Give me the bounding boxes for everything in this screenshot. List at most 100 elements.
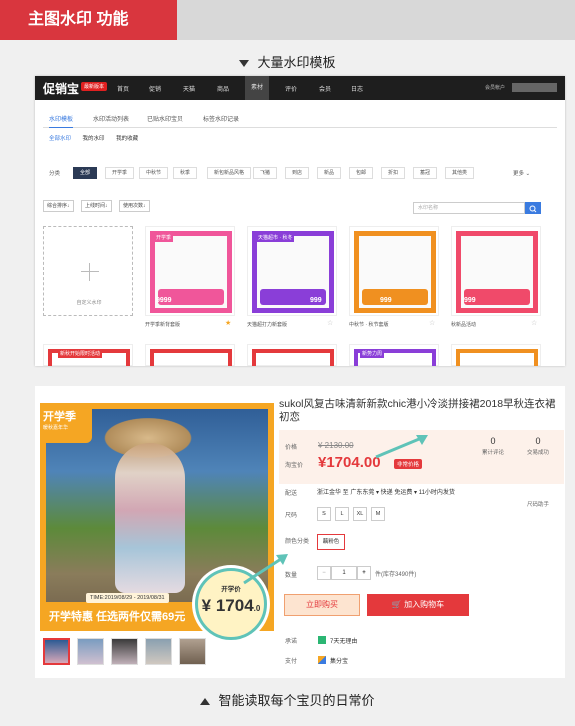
badge-price-decimal: .0 xyxy=(253,604,261,613)
sort-usage[interactable]: 使用次数↓ xyxy=(119,200,150,212)
tab-all-watermarks[interactable]: 全部水印 xyxy=(49,136,71,142)
section2-title: 智能读取每个宝贝的日常价 xyxy=(218,693,375,708)
thumbnail-active[interactable] xyxy=(43,638,70,665)
chip[interactable]: 开学季 xyxy=(105,167,135,179)
payment-text: 集分宝 xyxy=(330,659,349,665)
section1-heading: 大量水印模板 xyxy=(0,52,575,71)
more-label: 更多 xyxy=(513,171,525,177)
subtab-bar-2: 全部水印 我的水印 我的收藏 xyxy=(43,134,138,148)
price-original: ¥ 2130.00 xyxy=(318,441,354,450)
template-card-row2[interactable] xyxy=(145,344,235,366)
add-label: 自定义水印 xyxy=(76,300,102,306)
plus-icon xyxy=(81,271,99,272)
cart-icon: 🛒 xyxy=(391,600,402,609)
subtab-templates[interactable]: 水印模板 xyxy=(49,114,74,128)
nav-item[interactable]: 会员 xyxy=(319,84,331,93)
thumbnail[interactable] xyxy=(111,638,138,665)
chip[interactable]: 包邮 xyxy=(349,167,374,179)
chip[interactable]: 蓄冠 xyxy=(413,167,438,179)
frame-bottom xyxy=(362,289,428,305)
section1-title: 大量水印模板 xyxy=(257,55,336,70)
card-price: 999 xyxy=(380,297,392,304)
card-tag: 开学季 xyxy=(154,233,174,242)
template-card-row2[interactable] xyxy=(451,344,541,366)
chip[interactable]: 到店 xyxy=(285,167,310,179)
nav-item[interactable]: 日志 xyxy=(351,84,363,93)
card-tag: 天猫超市 · 秋冬 xyxy=(256,233,295,242)
sort-default[interactable]: 综合排序↓ xyxy=(43,200,74,212)
badge-price-value: 1704 xyxy=(215,596,254,615)
size-helper[interactable]: 尺码助手 xyxy=(527,500,549,508)
template-card-row2[interactable]: 新势力周 xyxy=(349,344,439,366)
star-icon-filled[interactable]: ★ xyxy=(225,319,231,327)
quantity-increase[interactable]: + xyxy=(357,566,371,580)
tab-favorites[interactable]: 我的收藏 xyxy=(116,136,138,142)
chip[interactable]: 折扣 xyxy=(381,167,406,179)
template-card[interactable]: 天猫超市 · 秋冬 999 xyxy=(247,226,337,316)
product-page-screenshot: 开学季 暖秋嘉年华 TIME:2019/08/29 - 2019/08/31 开… xyxy=(35,386,565,678)
size-option[interactable]: L xyxy=(335,507,349,521)
size-option[interactable]: S xyxy=(317,507,331,521)
template-card-row2[interactable]: 新秋开始限时活动 xyxy=(43,344,133,366)
quantity-input[interactable]: 1 xyxy=(331,566,357,580)
size-option[interactable]: M xyxy=(371,507,385,521)
review-label[interactable]: 累计评论 xyxy=(473,448,513,456)
nav-item-active[interactable]: 素材 xyxy=(245,76,270,100)
user-menu[interactable] xyxy=(512,83,557,92)
chip[interactable]: 飞猪 xyxy=(253,167,278,179)
star-icon[interactable]: ☆ xyxy=(327,319,333,327)
chip[interactable]: 新包新品风格 xyxy=(207,167,252,179)
template-card[interactable]: 开学季 9999 xyxy=(145,226,235,316)
star-icon[interactable]: ☆ xyxy=(429,319,435,327)
sort-time[interactable]: 上线时间↓ xyxy=(81,200,112,212)
buy-now-button[interactable]: 立即购买 xyxy=(284,594,360,616)
more-button[interactable]: 更多 ⌄ xyxy=(513,169,530,177)
plus-icon-v xyxy=(89,263,90,281)
tab-my-watermarks[interactable]: 我的水印 xyxy=(83,136,105,142)
chip-all[interactable]: 全部 xyxy=(73,167,98,179)
price-label: 价格 xyxy=(285,445,298,451)
card-label: 开学季新背套版 xyxy=(145,322,181,328)
subtab-records[interactable]: 标签水印记录 xyxy=(203,114,239,123)
subtab-applied[interactable]: 已贴水印宝贝 xyxy=(147,114,183,123)
card-tag: 新秋开始限时活动 xyxy=(58,349,103,358)
search-button[interactable] xyxy=(525,202,541,214)
chip[interactable]: 秋季 xyxy=(173,167,198,179)
chip[interactable]: 新品 xyxy=(317,167,342,179)
trade-label[interactable]: 交易成功 xyxy=(518,448,558,456)
chip[interactable]: 其他类 xyxy=(445,167,475,179)
feature-title: 主图水印 功能 xyxy=(0,0,177,40)
nav-item[interactable]: 天猫 xyxy=(183,84,195,93)
nav-item[interactable]: 首页 xyxy=(117,84,129,93)
delivery-info[interactable]: 浙江金华 至 广东东莞 ▾ 快递 免运费 ▾ 11小时内发货 xyxy=(317,487,455,496)
chip[interactable]: 中秋节 xyxy=(139,167,169,179)
nav-item[interactable]: 评价 xyxy=(285,84,297,93)
quantity-decrease[interactable]: − xyxy=(317,566,331,580)
add-custom-watermark[interactable]: 自定义水印 xyxy=(43,226,133,316)
watermark-template-screenshot: 促销宝 最新版本 首页 促销 天猫 商品 素材 评价 会员 日志 会员帐户 水印… xyxy=(35,76,565,366)
card-label: 秋新品活动 xyxy=(451,322,477,328)
promise-text: 7天无理由 xyxy=(330,639,358,645)
nav-item[interactable]: 商品 xyxy=(217,84,229,93)
template-card[interactable]: 999 xyxy=(451,226,541,316)
thumbnail[interactable] xyxy=(179,638,206,665)
thumbnail[interactable] xyxy=(145,638,172,665)
watermark-bar-text: 开学特惠 任选两件仅需69元 xyxy=(49,611,186,623)
star-icon[interactable]: ☆ xyxy=(531,319,537,327)
stock-info: 件(库存3490件) xyxy=(375,572,417,578)
subtab-activities[interactable]: 水印活动列表 xyxy=(93,114,129,123)
thumbnail[interactable] xyxy=(77,638,104,665)
size-option[interactable]: XL xyxy=(353,507,367,521)
search-input[interactable]: 水印名称 xyxy=(413,202,525,214)
payment-icon xyxy=(318,656,326,664)
template-card-row2[interactable] xyxy=(247,344,337,366)
add-to-cart-button[interactable]: 🛒 加入购物车 xyxy=(367,594,469,616)
nav-item[interactable]: 促销 xyxy=(149,84,161,93)
card-price: 999 xyxy=(464,297,476,304)
template-card[interactable]: 999 xyxy=(349,226,439,316)
color-option[interactable]: 藕粉色 xyxy=(317,534,345,550)
review-count: 0 xyxy=(490,436,496,446)
app-logo: 促销宝 xyxy=(43,82,80,96)
user-account[interactable]: 会员帐户 xyxy=(485,84,505,91)
card-label: 天猫超打力新套版 xyxy=(247,322,288,328)
